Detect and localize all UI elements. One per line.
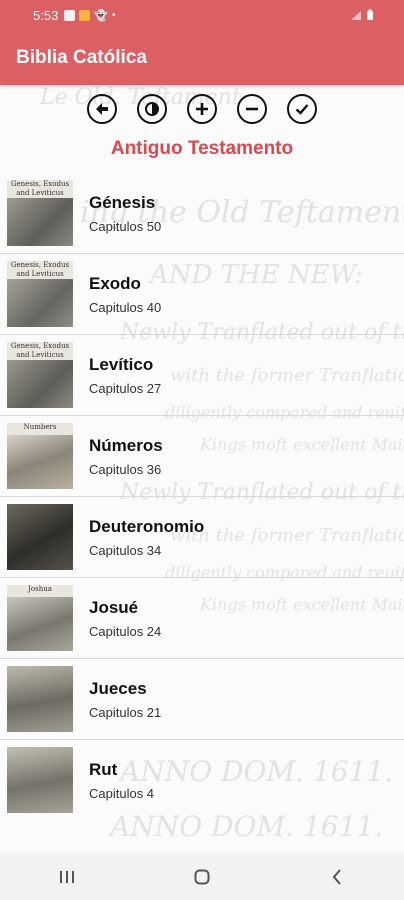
book-chapters: Capitulos 24 [89, 623, 162, 639]
book-name: Rut [89, 759, 118, 779]
contrast-button[interactable] [137, 94, 167, 124]
system-nav-bar [0, 853, 404, 900]
book-chapters: Capitulos 4 [89, 785, 155, 801]
list-item[interactable]: Jueces Capitulos 21 [0, 659, 404, 740]
contrast-icon [145, 102, 159, 116]
back-button[interactable] [87, 94, 117, 124]
thumbnail-caption: Numbers [7, 423, 73, 435]
book-name: Deuteronomio [89, 516, 205, 536]
book-thumbnail: Genesis, Exodus and Leviticus [7, 180, 73, 246]
list-item[interactable]: Genesis, Exodus and Leviticus Exodo Capi… [0, 254, 404, 335]
status-system-icons [350, 9, 374, 21]
battery-icon [367, 9, 373, 20]
home-button[interactable] [182, 862, 222, 892]
book-thumbnail [7, 504, 73, 570]
book-thumbnail: Numbers [7, 423, 73, 489]
book-name: Exodo [89, 273, 141, 293]
back-nav-button[interactable] [317, 862, 357, 892]
status-time: 5:53 [33, 7, 59, 23]
message-icon [79, 9, 91, 21]
book-thumbnail [7, 666, 73, 732]
book-thumbnail: Genesis, Exodus and Leviticus [7, 342, 73, 408]
list-item[interactable]: Joshua Josué Capitulos 24 [0, 578, 404, 659]
signal-icon [351, 10, 361, 20]
plus-icon [196, 103, 208, 115]
list-item[interactable]: Numbers Números Capitulos 36 [0, 416, 404, 497]
zoom-in-button[interactable] [187, 94, 217, 124]
book-chapters: Capitulos 40 [89, 299, 162, 315]
home-icon [194, 869, 210, 884]
zoom-out-button[interactable] [237, 94, 267, 124]
book-name: Josué [89, 597, 139, 617]
book-chapters: Capitulos 21 [89, 704, 162, 720]
list-item[interactable]: Rut Capitulos 4 [0, 740, 404, 820]
book-name: Génesis [89, 192, 156, 212]
app-bar: Biblia Católica [0, 30, 404, 85]
book-chapters: Capitulos 36 [89, 461, 162, 477]
list-item[interactable]: Genesis, Exodus and Leviticus Levítico C… [0, 335, 404, 416]
book-chapters: Capitulos 27 [89, 380, 162, 396]
thumbnail-caption: Genesis, Exodus and Leviticus [7, 180, 73, 198]
book-chapters: Capitulos 34 [89, 542, 162, 558]
recent-apps-button[interactable] [47, 862, 87, 892]
book-list: Genesis, Exodus and Leviticus Génesis Ca… [0, 173, 404, 820]
chevron-left-icon [332, 868, 341, 885]
section-title: Antiguo Testamento [110, 138, 294, 159]
dot-icon: • [112, 9, 116, 21]
check-icon [295, 104, 309, 115]
thumbnail-caption: Genesis, Exodus and Leviticus [7, 342, 73, 360]
book-thumbnail: Genesis, Exodus and Leviticus [7, 261, 73, 327]
list-item[interactable]: Genesis, Exodus and Leviticus Génesis Ca… [0, 173, 404, 254]
thumbnail-caption: Genesis, Exodus and Leviticus [7, 261, 73, 279]
thumbnail-caption: Joshua [7, 585, 73, 597]
book-name: Jueces [89, 678, 147, 698]
minus-icon [246, 107, 258, 111]
book-name: Levítico [89, 354, 154, 374]
toolbar [0, 85, 404, 133]
book-thumbnail: Joshua [7, 585, 73, 651]
status-notification-icons: 👻 • [64, 9, 116, 22]
book-thumbnail [7, 747, 73, 813]
main-content[interactable]: Le Old. Teftament ing the Old Teftament … [0, 85, 404, 853]
confirm-button[interactable] [287, 94, 317, 124]
recent-apps-icon [60, 870, 75, 883]
list-item[interactable]: Deuteronomio Capitulos 34 [0, 497, 404, 578]
book-name: Números [89, 435, 163, 455]
status-bar: 5:53 👻 • [0, 0, 404, 30]
app-title: Biblia Católica [16, 46, 147, 68]
book-chapters: Capitulos 50 [89, 218, 162, 234]
notification-icon [64, 9, 76, 21]
snapchat-icon: 👻 [94, 9, 109, 22]
back-icon [96, 103, 108, 115]
